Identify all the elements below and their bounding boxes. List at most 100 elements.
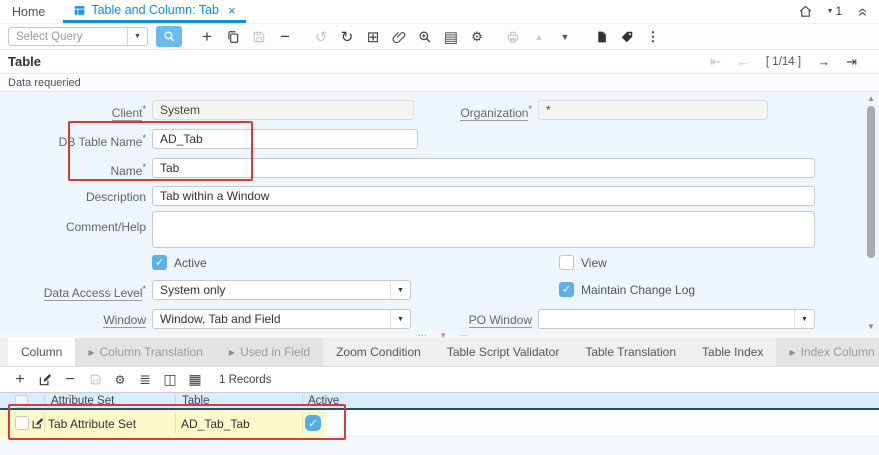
- checkbox-checked-icon: ✓: [559, 282, 574, 297]
- tab-used-in-field[interactable]: ▶Used in Field: [216, 338, 323, 366]
- tab-table-and-column[interactable]: Table and Column: Tab ×: [63, 0, 245, 23]
- scroll-up-icon[interactable]: ▲: [865, 94, 877, 103]
- export-icon[interactable]: [590, 26, 612, 48]
- save-record-icon: [248, 26, 270, 48]
- attachment-icon[interactable]: [388, 26, 410, 48]
- tab-table-script-validator[interactable]: Table Script Validator: [434, 338, 573, 366]
- organization-label[interactable]: Organization*: [392, 104, 532, 120]
- db-table-name-field[interactable]: [152, 129, 418, 149]
- grid-panel-icon[interactable]: ◫: [160, 370, 180, 390]
- po-window-select[interactable]: ▼: [538, 309, 815, 329]
- last-record-icon[interactable]: ⇥: [846, 54, 857, 70]
- grid-header: Attribute Set Table Active: [0, 392, 879, 410]
- next-record-icon[interactable]: →: [817, 54, 830, 69]
- view-checkbox[interactable]: View: [559, 255, 607, 270]
- client-field: [152, 100, 414, 120]
- idempiere-window: Home Table and Column: Tab × ▼ 1 ▼ +: [0, 0, 879, 455]
- grid-process-icon[interactable]: ⚙: [110, 370, 130, 390]
- label-icon[interactable]: [616, 26, 638, 48]
- grid-toggle-icon[interactable]: ⊞: [362, 26, 384, 48]
- data-access-level-select[interactable]: System only ▼: [152, 280, 411, 300]
- cell-active-checkbox[interactable]: ✓: [305, 415, 321, 431]
- select-all-checkbox[interactable]: [15, 395, 28, 408]
- open-windows-dropdown[interactable]: ▼ 1: [827, 6, 842, 18]
- tab-home-label: Home: [12, 5, 45, 19]
- description-label: Description: [6, 190, 146, 204]
- name-field[interactable]: [152, 158, 815, 178]
- row-select-checkbox[interactable]: [15, 416, 29, 430]
- tab-arrow-icon: ▶: [789, 348, 795, 357]
- chevron-down-icon: ▼: [827, 8, 834, 15]
- grid-new-icon[interactable]: +: [10, 370, 30, 390]
- required-mark: *: [142, 104, 146, 114]
- column-header-attribute-set[interactable]: Attribute Set: [51, 393, 114, 408]
- first-record-icon: ⇤: [710, 54, 721, 70]
- save-icon: [252, 30, 266, 44]
- scroll-down-icon[interactable]: ▼: [865, 322, 877, 331]
- print-icon: [502, 26, 524, 48]
- select-query-input[interactable]: [16, 29, 128, 44]
- comment-help-field[interactable]: [152, 211, 815, 248]
- chevron-down-icon: ▼: [794, 310, 814, 328]
- maintain-change-log-checkbox[interactable]: ✓ Maintain Change Log: [559, 282, 695, 297]
- client-label[interactable]: Client*: [6, 104, 146, 120]
- table-row[interactable]: Tab Attribute Set AD_Tab_Tab ✓: [0, 410, 879, 437]
- required-mark: *: [142, 162, 146, 172]
- change-log-icon[interactable]: ▤: [440, 26, 462, 48]
- detail-record-icon[interactable]: ▼: [554, 26, 576, 48]
- tab-home[interactable]: Home: [0, 0, 63, 23]
- window-label[interactable]: Window: [6, 313, 146, 327]
- process-gear-icon[interactable]: ⚙: [466, 26, 488, 48]
- chevron-down-icon: ▼: [390, 281, 410, 299]
- grid-save-icon: [85, 370, 105, 390]
- window-select[interactable]: Window, Tab and Field ▼: [152, 309, 411, 329]
- grid-customize-icon[interactable]: ≣: [135, 370, 155, 390]
- copy-record-icon[interactable]: [222, 26, 244, 48]
- collapse-header-icon[interactable]: [856, 5, 869, 18]
- data-access-level-label[interactable]: Data Access Level*: [6, 284, 146, 300]
- tab-column[interactable]: Column: [8, 338, 75, 366]
- tab-index-column[interactable]: ▶Index Column: [776, 338, 879, 366]
- refresh-icon[interactable]: ↻: [336, 26, 358, 48]
- column-header-active[interactable]: Active: [308, 393, 339, 408]
- cell-table: AD_Tab_Tab: [181, 410, 250, 437]
- scrollbar-thumb[interactable]: [867, 106, 875, 258]
- column-header-table[interactable]: Table: [182, 393, 210, 408]
- tab-table-index[interactable]: Table Index: [689, 338, 776, 366]
- find-record-button[interactable]: [156, 26, 182, 47]
- tab-zoom-condition[interactable]: Zoom Condition: [323, 338, 434, 366]
- zoom-across-icon[interactable]: [414, 26, 436, 48]
- grid-delete-icon[interactable]: −: [60, 370, 80, 390]
- copy-icon: [226, 30, 240, 44]
- select-query-combobox[interactable]: ▼: [8, 27, 148, 46]
- description-field[interactable]: [152, 186, 815, 206]
- window-grid-icon: [73, 4, 86, 17]
- home-icon[interactable]: [798, 4, 813, 19]
- comment-help-label: Comment/Help: [6, 220, 146, 234]
- chevron-down-icon[interactable]: ▼: [127, 28, 147, 45]
- new-record-icon[interactable]: +: [196, 26, 218, 48]
- cell-attribute-set: Tab Attribute Set: [48, 410, 136, 437]
- row-edit-icon[interactable]: [31, 417, 44, 430]
- delete-record-icon[interactable]: −: [274, 26, 296, 48]
- form-scrollbar[interactable]: ▲ ▼: [865, 94, 877, 331]
- file-icon: [595, 30, 608, 44]
- more-actions-icon[interactable]: ⋮: [642, 26, 664, 48]
- po-window-label[interactable]: PO Window: [392, 313, 532, 327]
- tab-column-translation[interactable]: ▶Column Translation: [75, 338, 216, 366]
- checkbox-checked-icon: ✓: [152, 255, 167, 270]
- view-checkbox-label: View: [581, 256, 607, 270]
- magnifier-plus-icon: [418, 30, 432, 44]
- close-tab-icon[interactable]: ×: [228, 3, 236, 18]
- active-checkbox[interactable]: ✓ Active: [152, 255, 207, 270]
- tab-table-translation[interactable]: Table Translation: [572, 338, 689, 366]
- grid-view-icon[interactable]: ▦: [185, 370, 205, 390]
- grid-edit-icon[interactable]: [35, 370, 55, 390]
- active-checkbox-label: Active: [174, 256, 207, 270]
- table-form: Client* Organization* DB Table Name* Nam…: [0, 91, 879, 332]
- search-icon: [163, 30, 176, 43]
- data-access-level-value: System only: [160, 283, 225, 297]
- column-divider: [44, 395, 45, 406]
- status-message: Data requeried: [8, 77, 81, 89]
- column-divider: [302, 395, 303, 406]
